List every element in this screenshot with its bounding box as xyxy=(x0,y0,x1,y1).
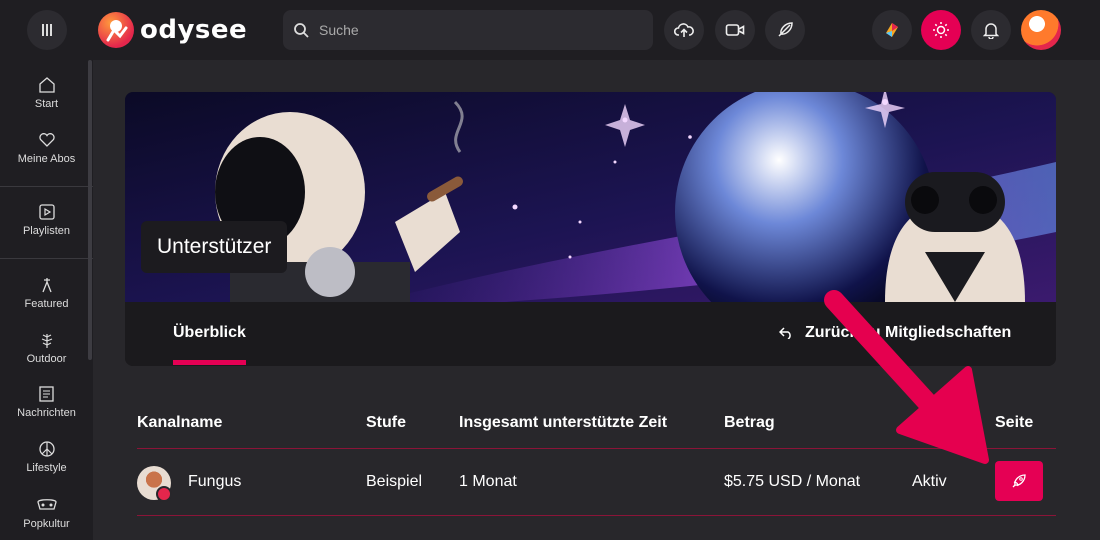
back-to-memberships-link[interactable]: Zurück zu Mitgliedschaften xyxy=(779,324,1011,342)
rocket-icon xyxy=(1012,474,1026,488)
outdoor-icon xyxy=(41,334,52,348)
column-header-amount: Betrag xyxy=(724,414,775,431)
video-camera-icon xyxy=(725,24,745,36)
top-header: odysee xyxy=(0,0,1100,60)
amount-cell: $5.75 USD / Monat xyxy=(724,473,861,490)
sidebar-item-lifestyle[interactable]: Lifestyle xyxy=(0,440,93,474)
sidebar-item-start[interactable]: Start xyxy=(0,76,93,110)
back-arrow-icon xyxy=(779,327,791,339)
tab-overview[interactable]: Überblick xyxy=(173,324,246,342)
sidebar-item-label: Outdoor xyxy=(26,353,67,365)
tier-cell: Beispiel xyxy=(366,473,423,490)
sidebar-item-label: Popkultur xyxy=(23,518,70,530)
sidebar-item-label: Lifestyle xyxy=(26,462,67,474)
sidebar-item-outdoor[interactable]: Outdoor xyxy=(0,331,93,365)
sidebar-item-label: Nachrichten xyxy=(17,407,76,419)
sidebar-item-news[interactable]: Nachrichten xyxy=(0,385,93,419)
back-link-label: Zurück zu Mitgliedschaften xyxy=(805,324,1012,341)
row-divider xyxy=(137,515,1056,516)
sidebar-item-label: Playlisten xyxy=(22,225,71,237)
sidebar: Start Meine Abos Playlisten Featured Out… xyxy=(0,60,93,540)
menu-icon xyxy=(42,24,52,36)
page-title-box: Unterstützer xyxy=(141,221,288,273)
cloud-upload-icon xyxy=(674,23,694,37)
sidebar-item-subscriptions[interactable]: Meine Abos xyxy=(0,131,93,165)
search-icon xyxy=(294,23,309,38)
sidebar-scrollbar[interactable] xyxy=(88,60,92,360)
header-divider xyxy=(137,448,1056,449)
go-live-button[interactable] xyxy=(715,10,755,50)
news-icon xyxy=(38,386,54,402)
column-header-status: Status xyxy=(912,414,961,431)
theme-toggle-button[interactable] xyxy=(921,10,961,50)
active-tab-indicator xyxy=(173,360,246,365)
playlist-icon xyxy=(38,204,55,220)
bell-icon xyxy=(983,23,999,39)
feather-pen-icon xyxy=(778,22,793,37)
home-icon xyxy=(38,77,55,93)
search-bar[interactable] xyxy=(283,10,653,50)
column-header-channel: Kanalname xyxy=(137,414,223,431)
sidebar-item-popculture[interactable]: Popkultur xyxy=(0,496,93,530)
logo-text: odysee xyxy=(140,15,248,45)
sidebar-item-label: Meine Abos xyxy=(17,153,76,165)
column-header-page: Seite xyxy=(995,414,1034,431)
popculture-icon xyxy=(36,499,57,510)
sidebar-item-playlists[interactable]: Playlisten xyxy=(0,203,93,237)
search-input[interactable] xyxy=(319,22,619,38)
credits-icon xyxy=(886,23,898,37)
user-avatar[interactable] xyxy=(1021,10,1061,50)
sidebar-item-label: Start xyxy=(34,98,59,110)
column-header-time: Insgesamt unterstützte Zeit xyxy=(459,414,668,431)
column-header-tier: Stufe xyxy=(366,414,406,431)
supporters-header-card: Unterstützer Überblick Zurück zu Mitglie… xyxy=(125,92,1056,366)
channel-badge-icon xyxy=(156,486,172,502)
sidebar-divider xyxy=(0,186,93,187)
notifications-button[interactable] xyxy=(971,10,1011,50)
lifestyle-icon xyxy=(38,441,55,457)
write-post-button[interactable] xyxy=(765,10,805,50)
sidebar-item-label: Featured xyxy=(24,298,69,310)
odysee-logo-icon xyxy=(98,12,134,48)
upload-button[interactable] xyxy=(664,10,704,50)
tab-bar: Überblick Zurück zu Mitgliedschaften xyxy=(125,302,1056,366)
view-page-button[interactable] xyxy=(995,461,1043,501)
status-cell: Aktiv xyxy=(912,473,947,490)
featured-icon xyxy=(41,278,52,293)
sidebar-item-featured[interactable]: Featured xyxy=(0,276,93,310)
page-title: Unterstützer xyxy=(157,235,272,258)
channel-name[interactable]: Fungus xyxy=(188,473,241,491)
sidebar-divider xyxy=(0,258,93,259)
sun-icon xyxy=(933,22,949,38)
menu-button[interactable] xyxy=(27,10,67,50)
time-cell: 1 Monat xyxy=(459,473,517,490)
heart-icon xyxy=(38,133,55,147)
odysee-logo[interactable]: odysee xyxy=(98,12,247,48)
wallet-button[interactable] xyxy=(872,10,912,50)
